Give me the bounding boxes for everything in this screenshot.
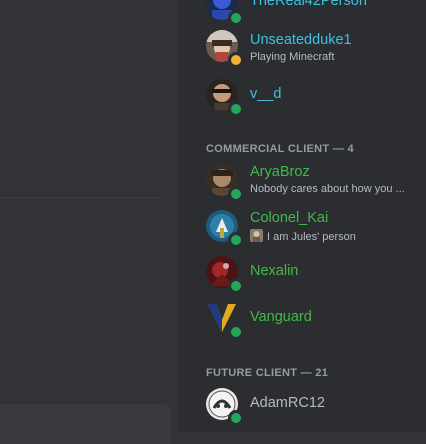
online-status-icon — [228, 278, 244, 294]
role-category-header: COMMERCIAL CLIENT — 4 — [206, 143, 354, 155]
role-category-header: FUTURE CLIENT — 21 — [206, 367, 329, 379]
member-item[interactable]: TheReal42Person — [202, 0, 424, 26]
member-name: Nexalin — [250, 263, 299, 279]
member-item[interactable]: AdamRC12 — [202, 382, 424, 426]
member-list: TheReal42Person Unseatedduke1 Playing Mi… — [188, 0, 426, 432]
member-item[interactable]: Unseatedduke1 Playing Minecraft — [202, 24, 424, 68]
member-activity: I am Jules' person — [250, 229, 422, 243]
member-item[interactable]: Colonel_Kai I am Jules' person — [202, 204, 424, 248]
online-status-icon — [228, 410, 244, 426]
member-name: Vanguard — [250, 309, 312, 325]
chat-scrollbar[interactable] — [178, 0, 188, 432]
member-item[interactable]: Vanguard — [202, 296, 424, 340]
online-status-icon — [228, 232, 244, 248]
message-divider — [0, 197, 159, 198]
member-name: v__d — [250, 86, 282, 102]
member-name: AryaBroz — [250, 164, 310, 180]
member-name: TheReal42Person — [250, 0, 367, 9]
message-input-area[interactable] — [0, 404, 171, 444]
member-name: AdamRC12 — [250, 395, 325, 411]
member-item[interactable]: AryaBroz Nobody cares about how you ... — [202, 158, 424, 202]
member-activity: Nobody cares about how you ... — [250, 183, 405, 195]
online-status-icon — [228, 186, 244, 202]
custom-status-emoji-icon — [250, 229, 263, 242]
chat-pane — [0, 0, 178, 444]
member-name: Colonel_Kai — [250, 210, 329, 226]
member-activity-text: I am Jules' person — [267, 231, 356, 243]
online-status-icon — [228, 101, 244, 117]
member-activity: Playing Minecraft — [250, 51, 335, 63]
idle-status-icon — [228, 52, 244, 68]
member-item[interactable]: v__d — [202, 73, 424, 117]
online-status-icon — [228, 324, 244, 340]
member-name: Unseatedduke1 — [250, 32, 352, 48]
member-item[interactable]: Nexalin — [202, 250, 424, 294]
